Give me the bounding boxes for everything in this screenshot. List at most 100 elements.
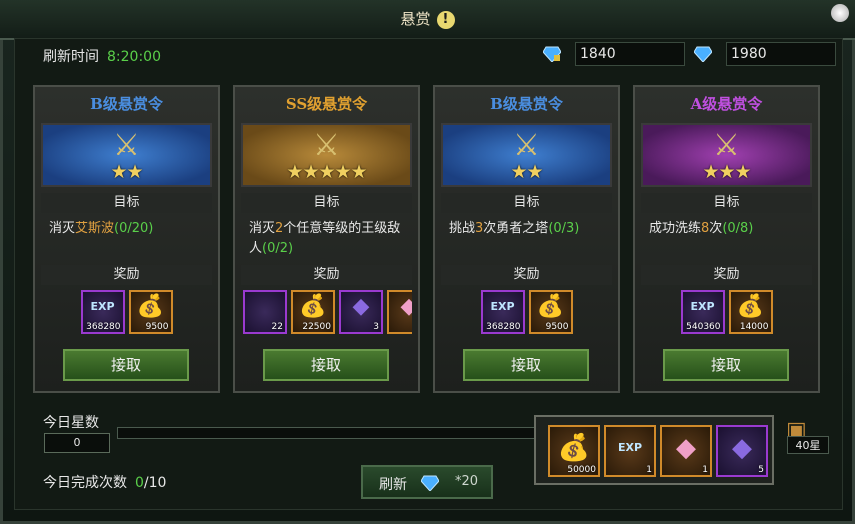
goal-progress: (0/20) bbox=[114, 221, 154, 236]
reward-count: 22500 bbox=[302, 322, 331, 332]
goal-prefix: 消灭 bbox=[249, 221, 276, 236]
reward-item[interactable]: 💰 9500 bbox=[128, 290, 173, 334]
accept-button[interactable]: 接取 bbox=[63, 349, 189, 381]
reward-item[interactable]: 💰 14000 bbox=[728, 290, 773, 334]
reward-count: 1 bbox=[702, 465, 708, 475]
reward-item[interactable]: ◆1 bbox=[660, 425, 712, 477]
reward-count: 3 bbox=[373, 322, 379, 332]
card-title: A级悬赏令 bbox=[690, 95, 763, 113]
title-bar: 悬赏! bbox=[0, 0, 855, 40]
goal-highlight: 艾斯波 bbox=[75, 221, 115, 236]
card-title: B级悬赏令 bbox=[90, 95, 163, 113]
today-completions: 今日完成次数 0/10 bbox=[43, 472, 166, 492]
reward-item[interactable]: ◆ 5 bbox=[716, 425, 768, 477]
exp-card-icon: EXP bbox=[617, 441, 643, 454]
goal-text: 消灭艾斯波(0/20) bbox=[49, 219, 209, 239]
accept-button[interactable]: 接取 bbox=[263, 349, 389, 381]
goal-header: 目标 bbox=[241, 193, 412, 213]
goal-header: 目标 bbox=[441, 193, 612, 213]
goal-prefix: 成功洗练 bbox=[649, 221, 702, 236]
gold-icon: 💰 bbox=[736, 294, 765, 319]
reward-header: 奖励 bbox=[641, 265, 812, 285]
reward-item[interactable]: EXP 540360 bbox=[680, 290, 725, 334]
goal-header: 目标 bbox=[41, 193, 212, 213]
reward-item[interactable]: EXP 368280 bbox=[480, 290, 525, 334]
chest-reward-popup: 💰 50000 EXP 1 ◆ 1 ◆ 5 bbox=[534, 415, 774, 485]
crystal-pink-icon: ◆ bbox=[400, 294, 412, 319]
reward-list: EXP 368280 💰 9500 bbox=[441, 290, 612, 340]
reward-count: 9500 bbox=[545, 322, 569, 332]
card-banner: ⚔ ★★ bbox=[441, 123, 612, 187]
card-title: SS级悬赏令 bbox=[285, 95, 368, 113]
diamond-value: 1980 bbox=[726, 42, 836, 66]
exp-icon: EXP bbox=[490, 300, 515, 313]
reward-count: 50000 bbox=[567, 465, 596, 475]
crossed-guns-icon: ⚔ bbox=[513, 128, 540, 163]
close-icon[interactable] bbox=[831, 4, 849, 22]
gold-icon: 💰 bbox=[557, 433, 591, 463]
star-rating: ★★ bbox=[510, 161, 543, 183]
accept-button[interactable]: 接取 bbox=[663, 349, 789, 381]
goal-suffix: 次勇者之塔 bbox=[483, 221, 549, 236]
goal-progress: (0/3) bbox=[548, 221, 580, 236]
crossed-guns-icon: ⚔ bbox=[713, 128, 740, 163]
diamond-icon bbox=[421, 475, 439, 491]
reward-item[interactable]: 💰 22500 bbox=[291, 290, 335, 334]
exp-icon: EXP bbox=[90, 300, 115, 313]
reward-header: 奖励 bbox=[241, 265, 412, 285]
goal-progress: (0/8) bbox=[722, 221, 754, 236]
reward-count: 14000 bbox=[739, 322, 769, 332]
bounty-card: B级悬赏令 ⚔ ★★ 目标 消灭艾斯波(0/20) 奖励 EXP 368280 💰 9500 接取 bbox=[33, 85, 220, 393]
today-completions-label: 今日完成次数 bbox=[43, 475, 127, 491]
reward-header: 奖励 bbox=[41, 265, 212, 285]
today-stars-value: 0 bbox=[44, 433, 110, 453]
reward-item[interactable]: 22 bbox=[243, 290, 287, 334]
crystal-pink-icon: ◆ bbox=[676, 433, 696, 463]
card-banner: ⚔ ★★★★★ bbox=[241, 123, 412, 187]
info-icon[interactable]: ! bbox=[436, 10, 455, 29]
reward-count: 1 bbox=[646, 465, 652, 475]
crystal-purple-icon: ◆ bbox=[352, 294, 370, 319]
refresh-time-value: 8:20:00 bbox=[107, 49, 161, 65]
reward-count: 368280 bbox=[486, 322, 521, 332]
card-banner: ⚔ ★★★ bbox=[641, 123, 812, 187]
reward-item[interactable]: 💰 50000 bbox=[548, 425, 600, 477]
locked-diamond-icon bbox=[543, 46, 561, 62]
reward-list: EXP 368280 💰 9500 bbox=[41, 290, 212, 340]
goal-prefix: 挑战 bbox=[449, 221, 476, 236]
reward-item[interactable]: ◆ 3 bbox=[339, 290, 383, 334]
reward-item[interactable]: EXP 368280 bbox=[80, 290, 125, 334]
reward-item[interactable]: 💰 9500 bbox=[528, 290, 573, 334]
bounty-card: B级悬赏令 ⚔ ★★ 目标 挑战3次勇者之塔(0/3) 奖励 EXP 368280 💰 9500 接… bbox=[433, 85, 620, 393]
star-rating: ★★ bbox=[110, 161, 143, 183]
goal-suffix: 次 bbox=[709, 221, 723, 236]
reward-item[interactable]: EXP 1 bbox=[604, 425, 656, 477]
reward-count: 368280 bbox=[86, 322, 121, 332]
goal-prefix: 消灭 bbox=[49, 221, 76, 236]
gold-icon: 💰 bbox=[136, 294, 165, 319]
goal-text: 成功洗练8次(0/8) bbox=[649, 219, 809, 239]
goal-text: 挑战3次勇者之塔(0/3) bbox=[449, 219, 609, 239]
accept-button[interactable]: 接取 bbox=[463, 349, 589, 381]
bounty-card: A级悬赏令 ⚔ ★★★ 目标成功洗练8次(0/8) 奖励 EXP 540360 💰 14000 接… bbox=[633, 85, 820, 393]
goal-text: 消灭2个任意等级的王级敌人(0/2) bbox=[249, 219, 409, 259]
refresh-cost: *20 bbox=[455, 474, 479, 489]
reward-list: EXP 540360 💰 14000 bbox=[641, 290, 812, 340]
chest-star-requirement: 40星 bbox=[787, 436, 829, 454]
today-stars-label: 今日星数 bbox=[43, 415, 99, 431]
completions-total: /10 bbox=[143, 475, 167, 491]
window-title: 悬赏 bbox=[400, 10, 431, 28]
exp-icon: EXP bbox=[690, 300, 715, 313]
refresh-button[interactable]: 刷新 *20 bbox=[361, 465, 493, 499]
reward-item[interactable]: ◆1 bbox=[387, 290, 412, 334]
star-rating: ★★★ bbox=[702, 161, 751, 183]
locked-diamond-value: 1840 bbox=[575, 42, 685, 66]
card-title: B级悬赏令 bbox=[490, 95, 563, 113]
refresh-time-label: 刷新时间 bbox=[43, 49, 99, 65]
refresh-button-label: 刷新 bbox=[379, 477, 407, 493]
crossed-guns-icon: ⚔ bbox=[313, 128, 340, 163]
goal-header: 目标 bbox=[641, 193, 812, 213]
diamond-icon bbox=[694, 46, 712, 62]
crystal-purple-icon: ◆ bbox=[732, 433, 752, 463]
reward-list: 22💰22500◆3◆1 bbox=[241, 290, 412, 340]
